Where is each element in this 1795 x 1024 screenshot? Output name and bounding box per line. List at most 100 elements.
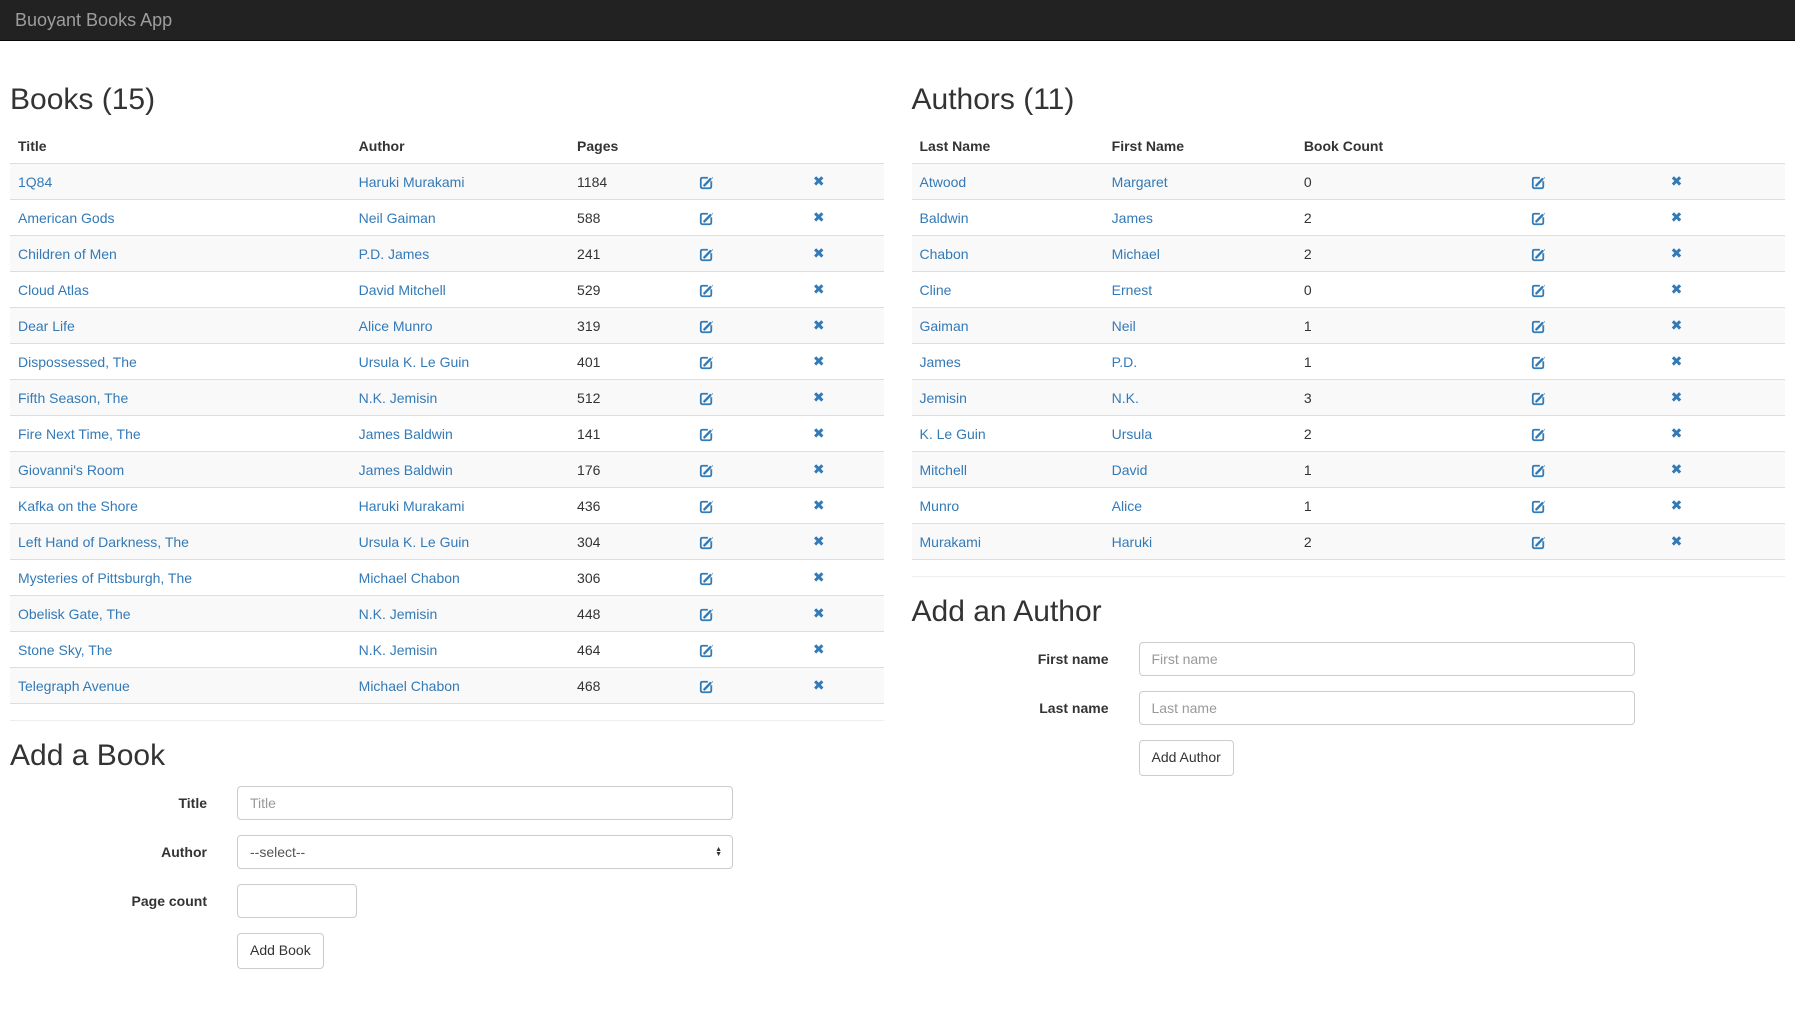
book-title-field[interactable] — [237, 786, 733, 820]
book-author-link[interactable]: N.K. Jemisin — [359, 642, 438, 658]
book-author-link[interactable]: Michael Chabon — [359, 570, 460, 586]
book-title-link[interactable]: Kafka on the Shore — [18, 498, 138, 514]
delete-author-button[interactable] — [1671, 462, 1683, 478]
delete-book-button[interactable] — [813, 570, 825, 586]
delete-author-button[interactable] — [1671, 282, 1683, 298]
delete-author-button[interactable] — [1671, 498, 1683, 514]
delete-book-button[interactable] — [813, 174, 825, 190]
book-author-link[interactable]: Haruki Murakami — [359, 498, 465, 514]
edit-book-button[interactable] — [699, 499, 714, 514]
book-title-link[interactable]: Giovanni's Room — [18, 462, 124, 478]
book-title-link[interactable]: American Gods — [18, 210, 114, 226]
delete-book-button[interactable] — [813, 318, 825, 334]
delete-book-button[interactable] — [813, 210, 825, 226]
edit-author-button[interactable] — [1531, 535, 1546, 550]
edit-author-button[interactable] — [1531, 247, 1546, 262]
edit-book-button[interactable] — [699, 391, 714, 406]
delete-author-button[interactable] — [1671, 246, 1683, 262]
book-author-link[interactable]: James Baldwin — [359, 426, 453, 442]
author-first-name-link[interactable]: P.D. — [1112, 354, 1137, 370]
book-author-link[interactable]: Haruki Murakami — [359, 174, 465, 190]
book-title-link[interactable]: Fire Next Time, The — [18, 426, 141, 442]
edit-author-button[interactable] — [1531, 211, 1546, 226]
author-first-name-field[interactable] — [1139, 642, 1635, 676]
edit-book-button[interactable] — [699, 175, 714, 190]
delete-book-button[interactable] — [813, 426, 825, 442]
edit-book-button[interactable] — [699, 247, 714, 262]
author-last-name-link[interactable]: Gaiman — [920, 318, 969, 334]
delete-book-button[interactable] — [813, 498, 825, 514]
delete-book-button[interactable] — [813, 462, 825, 478]
book-author-link[interactable]: David Mitchell — [359, 282, 446, 298]
book-author-select[interactable]: --select-- ▲▼ — [237, 835, 733, 869]
author-last-name-link[interactable]: Jemisin — [920, 390, 967, 406]
edit-author-button[interactable] — [1531, 319, 1546, 334]
book-title-link[interactable]: Left Hand of Darkness, The — [18, 534, 189, 550]
book-page-count-field[interactable] — [237, 884, 357, 918]
edit-author-button[interactable] — [1531, 463, 1546, 478]
delete-book-button[interactable] — [813, 642, 825, 658]
edit-book-button[interactable] — [699, 679, 714, 694]
delete-author-button[interactable] — [1671, 174, 1683, 190]
book-title-link[interactable]: Stone Sky, The — [18, 642, 112, 658]
book-title-link[interactable]: Mysteries of Pittsburgh, The — [18, 570, 192, 586]
book-title-link[interactable]: Obelisk Gate, The — [18, 606, 131, 622]
author-last-name-link[interactable]: Cline — [920, 282, 952, 298]
delete-book-button[interactable] — [813, 678, 825, 694]
author-first-name-link[interactable]: Haruki — [1112, 534, 1152, 550]
author-last-name-link[interactable]: K. Le Guin — [920, 426, 986, 442]
author-last-name-link[interactable]: Munro — [920, 498, 960, 514]
delete-book-button[interactable] — [813, 390, 825, 406]
edit-book-button[interactable] — [699, 643, 714, 658]
edit-author-button[interactable] — [1531, 391, 1546, 406]
book-author-link[interactable]: Alice Munro — [359, 318, 433, 334]
book-title-link[interactable]: 1Q84 — [18, 174, 52, 190]
delete-book-button[interactable] — [813, 606, 825, 622]
author-first-name-link[interactable]: Neil — [1112, 318, 1136, 334]
delete-author-button[interactable] — [1671, 210, 1683, 226]
book-title-link[interactable]: Dear Life — [18, 318, 75, 334]
delete-author-button[interactable] — [1671, 318, 1683, 334]
book-author-link[interactable]: James Baldwin — [359, 462, 453, 478]
author-last-name-link[interactable]: Baldwin — [920, 210, 969, 226]
delete-book-button[interactable] — [813, 246, 825, 262]
book-title-link[interactable]: Telegraph Avenue — [18, 678, 130, 694]
book-author-link[interactable]: Neil Gaiman — [359, 210, 436, 226]
edit-author-button[interactable] — [1531, 283, 1546, 298]
delete-book-button[interactable] — [813, 534, 825, 550]
author-last-name-link[interactable]: James — [920, 354, 961, 370]
add-book-button[interactable]: Add Book — [237, 933, 324, 969]
author-first-name-link[interactable]: Ursula — [1112, 426, 1152, 442]
edit-book-button[interactable] — [699, 535, 714, 550]
author-first-name-link[interactable]: Alice — [1112, 498, 1142, 514]
book-author-link[interactable]: N.K. Jemisin — [359, 390, 438, 406]
edit-book-button[interactable] — [699, 463, 714, 478]
author-first-name-link[interactable]: Ernest — [1112, 282, 1152, 298]
book-author-link[interactable]: Michael Chabon — [359, 678, 460, 694]
edit-author-button[interactable] — [1531, 175, 1546, 190]
edit-book-button[interactable] — [699, 607, 714, 622]
delete-author-button[interactable] — [1671, 426, 1683, 442]
book-author-link[interactable]: N.K. Jemisin — [359, 606, 438, 622]
edit-book-button[interactable] — [699, 319, 714, 334]
edit-book-button[interactable] — [699, 211, 714, 226]
delete-book-button[interactable] — [813, 354, 825, 370]
delete-author-button[interactable] — [1671, 354, 1683, 370]
edit-author-button[interactable] — [1531, 499, 1546, 514]
edit-book-button[interactable] — [699, 571, 714, 586]
author-first-name-link[interactable]: N.K. — [1112, 390, 1139, 406]
book-title-link[interactable]: Fifth Season, The — [18, 390, 128, 406]
app-brand[interactable]: Buoyant Books App — [0, 0, 187, 41]
author-last-name-field[interactable] — [1139, 691, 1635, 725]
author-first-name-link[interactable]: Michael — [1112, 246, 1160, 262]
book-title-link[interactable]: Cloud Atlas — [18, 282, 89, 298]
edit-author-button[interactable] — [1531, 355, 1546, 370]
book-title-link[interactable]: Dispossessed, The — [18, 354, 137, 370]
author-last-name-link[interactable]: Atwood — [920, 174, 967, 190]
add-author-button[interactable]: Add Author — [1139, 740, 1234, 776]
delete-book-button[interactable] — [813, 282, 825, 298]
book-author-link[interactable]: Ursula K. Le Guin — [359, 354, 470, 370]
delete-author-button[interactable] — [1671, 390, 1683, 406]
author-first-name-link[interactable]: Margaret — [1112, 174, 1168, 190]
edit-book-button[interactable] — [699, 355, 714, 370]
